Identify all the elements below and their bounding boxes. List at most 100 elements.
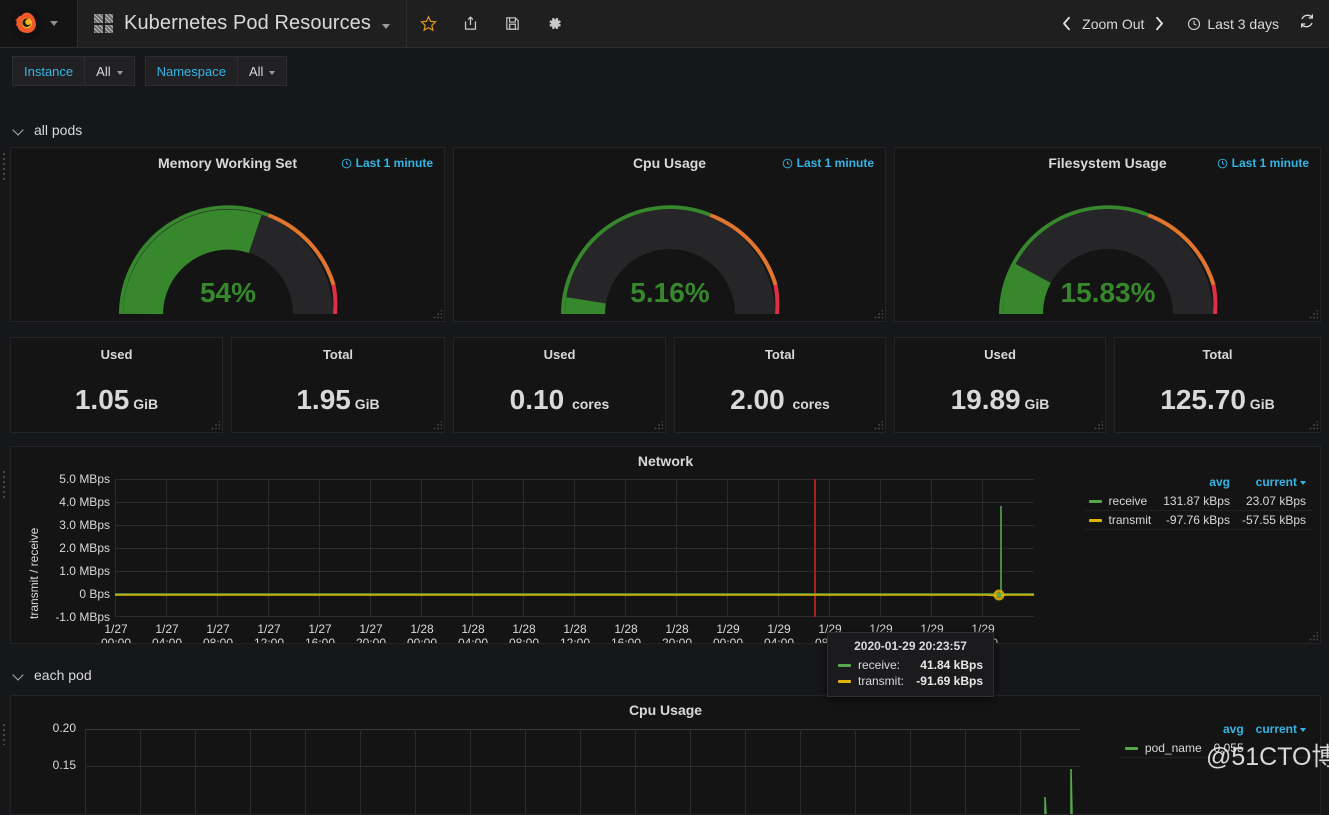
panel-title: Total <box>1202 347 1233 362</box>
refresh-button[interactable] <box>1299 13 1315 34</box>
panel-drag-handle[interactable] <box>2 470 6 498</box>
stat-number: 1.05 <box>74 384 130 415</box>
chevron-down-icon <box>14 670 25 681</box>
panel-drag-handle[interactable] <box>2 723 6 745</box>
zoom-out-next-button[interactable] <box>1144 16 1175 31</box>
zoom-out-prev-button[interactable] <box>1051 16 1082 31</box>
panel-time-label: Last 1 minute <box>1231 156 1309 170</box>
panel-time-range[interactable]: Last 1 minute <box>1217 156 1309 170</box>
variable-instance-value: All <box>96 63 111 79</box>
share-button[interactable] <box>449 0 491 47</box>
panel-resize-corner[interactable] <box>211 421 220 430</box>
x-tick: 1/27 04:00 <box>151 622 183 644</box>
logo-cell[interactable] <box>0 0 78 47</box>
legend-col-current[interactable]: current <box>1236 475 1312 492</box>
panel-resize-corner[interactable] <box>433 310 442 319</box>
panel-title: Used <box>984 347 1016 362</box>
legend-series-name[interactable]: transmit <box>1085 511 1158 530</box>
stat-number: 0.10 <box>509 384 565 415</box>
legend-current-value: -57.55 kBps <box>1241 513 1306 527</box>
stat-unit: GiB <box>129 396 159 412</box>
panel-resize-corner[interactable] <box>1094 421 1103 430</box>
panel-resize-corner[interactable] <box>1309 421 1318 430</box>
top-navbar: Kubernetes Pod Resources Zoom Out Last 3… <box>0 0 1329 48</box>
stat-value: 19.89 GiB <box>895 384 1105 416</box>
x-tick: 1/28 20:00 <box>661 622 693 644</box>
y-tick: 2.0 MBps <box>59 541 110 555</box>
x-tick: 1/27 00:00 <box>100 622 132 644</box>
x-tick: 1/28 00:00 <box>406 622 438 644</box>
panel-title: Cpu Usage <box>628 702 703 718</box>
dashboard-title-cell[interactable]: Kubernetes Pod Resources <box>78 0 407 47</box>
cpu-series <box>1044 768 1073 814</box>
legend-series-col: x <box>1085 475 1158 492</box>
title-caret-down-icon[interactable] <box>382 23 390 29</box>
stat-value: 2.00 cores <box>675 384 885 416</box>
legend-row-pod-name[interactable]: pod_name 0.055 <box>1120 739 1312 758</box>
y-tick: 0.20 <box>52 721 76 735</box>
stat-number: 2.00 <box>730 384 785 415</box>
legend-row-transmit[interactable]: transmit -97.76 kBps -57.55 kBps <box>1084 511 1312 530</box>
panel-time-range[interactable]: Last 1 minute <box>341 156 433 170</box>
panel-resize-corner[interactable] <box>874 310 883 319</box>
tooltip-timestamp: 2020-01-29 20:23:57 <box>854 639 967 653</box>
legend-col-avg[interactable]: avg <box>1208 722 1250 739</box>
legend-series-name[interactable]: receive <box>1085 492 1158 511</box>
panel-resize-corner[interactable] <box>1309 632 1318 641</box>
clock-icon <box>1188 17 1201 30</box>
graph-tooltip: 2020-01-29 20:23:57 receive: 41.84 kBps … <box>827 632 994 697</box>
legend-row-receive[interactable]: receive 131.87 kBps 23.07 kBps <box>1084 492 1312 511</box>
network-legend: x avg current receive 131.87 kBps 23.07 … <box>1084 475 1312 530</box>
panel-resize-corner[interactable] <box>654 421 663 430</box>
panel-drag-handle[interactable] <box>2 152 6 180</box>
x-tick: 1/27 12:00 <box>253 622 285 644</box>
panel-resize-corner[interactable] <box>1309 310 1318 319</box>
tooltip-color-swatch <box>838 680 851 684</box>
star-button[interactable] <box>407 0 449 47</box>
variable-instance-label: Instance <box>12 56 85 86</box>
stat-unit: GiB <box>350 396 380 412</box>
stat-number: 19.89 <box>950 384 1021 415</box>
gauge-chart: 15.83% <box>895 174 1320 321</box>
legend-col-avg[interactable]: avg <box>1157 475 1236 492</box>
caret-down-icon <box>1300 480 1306 485</box>
settings-button[interactable] <box>533 0 575 47</box>
caret-down-icon <box>269 70 276 75</box>
tooltip-value: 41.84 kBps <box>920 658 983 672</box>
panel-time-range[interactable]: Last 1 minute <box>782 156 874 170</box>
panel-title: Used <box>543 347 576 362</box>
cpu-plot-area[interactable] <box>85 729 1080 814</box>
network-plot-area[interactable] <box>115 479 1034 617</box>
variable-instance-dropdown[interactable]: All <box>84 56 135 86</box>
row-title: all pods <box>34 122 83 138</box>
topnav-right-controls: Zoom Out Last 3 days <box>1051 0 1329 47</box>
panel-cpu-usage-graph: Cpu Usage 0.20 0.15 x <box>10 695 1321 815</box>
grafana-logo-icon[interactable] <box>10 6 44 41</box>
y-tick: 0.15 <box>52 758 76 772</box>
panel-cpu-total: Total 2.00 cores <box>674 337 886 433</box>
clock-icon <box>1217 158 1227 168</box>
clock-icon <box>782 158 792 168</box>
panel-resize-corner[interactable] <box>433 421 442 430</box>
caret-down-icon <box>116 70 123 75</box>
row-header-all-pods[interactable]: all pods <box>0 116 82 144</box>
y-tick: 0 Bps <box>79 587 110 601</box>
panel-resize-corner[interactable] <box>874 421 883 430</box>
save-button[interactable] <box>491 0 533 47</box>
time-range-picker[interactable]: Last 3 days <box>1187 16 1279 32</box>
panel-title: Used <box>100 347 133 362</box>
variable-namespace: Namespace All <box>144 56 288 86</box>
legend-series-name[interactable]: pod_name <box>1121 739 1208 758</box>
y-tick: 1.0 MBps <box>59 564 110 578</box>
tooltip-color-swatch <box>838 664 851 668</box>
row-title: each pod <box>34 667 92 683</box>
row-header-each-pod[interactable]: each pod <box>0 661 92 689</box>
chevron-down-icon <box>14 125 25 136</box>
tooltip-series-label: transmit: <box>858 674 905 688</box>
y-tick: 4.0 MBps <box>59 495 110 509</box>
logo-caret-down-icon[interactable] <box>50 21 58 26</box>
network-series <box>115 506 1034 601</box>
legend-col-current[interactable]: current <box>1250 722 1312 739</box>
variable-namespace-dropdown[interactable]: All <box>236 56 288 86</box>
zoom-out-button[interactable]: Zoom Out <box>1082 16 1144 32</box>
